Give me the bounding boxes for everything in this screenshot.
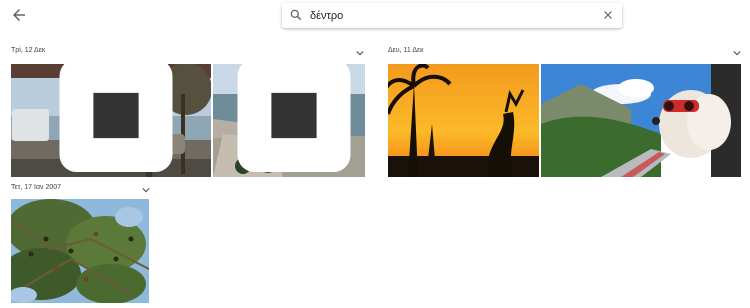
search-icon: [290, 9, 302, 21]
chevron-down-icon[interactable]: [356, 50, 364, 56]
motion-photo-icon: [59, 64, 173, 172]
chevron-down-icon[interactable]: [733, 50, 741, 56]
photo-palm-sunset[interactable]: [388, 64, 539, 177]
search-bar[interactable]: [282, 3, 622, 28]
chevron-down-icon[interactable]: [142, 187, 150, 193]
date-header: Δευ, 11 Δεκ: [388, 47, 424, 54]
close-icon[interactable]: [602, 9, 614, 21]
photo-dog-car-window[interactable]: [541, 64, 741, 177]
photo-olive-tree[interactable]: [11, 199, 149, 303]
photo-street-promenade[interactable]: [11, 64, 211, 177]
date-header: Τρί, 12 Δεκ: [11, 47, 46, 54]
photo-waterfront-ship[interactable]: [213, 64, 365, 177]
back-button[interactable]: [10, 6, 28, 24]
search-input[interactable]: [310, 6, 570, 25]
arrow-left-icon: [13, 9, 25, 21]
motion-photo-icon: [237, 64, 351, 172]
date-header: Τετ, 17 Ιαν 2007: [11, 184, 62, 191]
